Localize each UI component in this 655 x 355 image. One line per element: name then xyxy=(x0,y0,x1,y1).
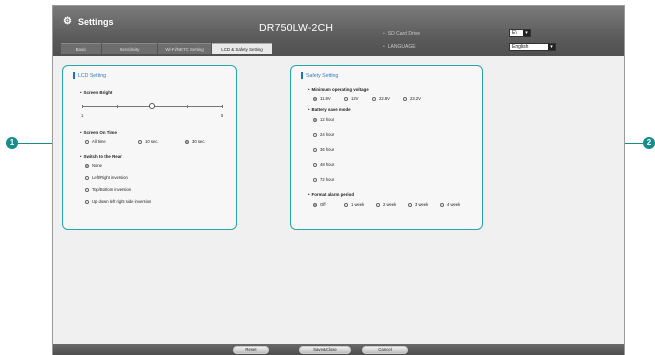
reset-button[interactable]: Reset xyxy=(233,346,269,354)
voltage-11-8v-radio[interactable]: 11.8V xyxy=(313,96,331,101)
sd-card-select[interactable]: E\ ▾ xyxy=(509,29,531,37)
screen-on-time-label: • Screen On Time xyxy=(80,130,117,135)
tab-sensitivity[interactable]: Sensitivity xyxy=(102,43,157,54)
format-1week-radio[interactable]: 1 week xyxy=(344,202,364,207)
callout-1-line xyxy=(18,142,56,144)
screen-on-30s-radio[interactable]: 30 sec. xyxy=(185,139,206,144)
window-header: ⚙ Settings DR750LW-2CH • SD Card Drive E\… xyxy=(53,6,624,61)
slider-tick xyxy=(117,105,118,108)
tab-basic[interactable]: Basic xyxy=(61,43,101,54)
battery-36h-radio[interactable]: 36 hour xyxy=(313,147,334,152)
battery-24h-radio[interactable]: 24 hour xyxy=(313,132,334,137)
rear-none-radio[interactable]: None xyxy=(85,163,102,168)
settings-title: ⚙ Settings xyxy=(63,16,114,28)
window-title: Settings xyxy=(78,17,114,27)
voltage-23-2v-radio[interactable]: 23.2V xyxy=(403,96,421,101)
tab-content: LCD Setting • Screen Bright 1 5 • Screen O… xyxy=(53,56,624,344)
gear-icon: ⚙ xyxy=(63,16,72,27)
safety-setting-panel: Safety Setting • Minimum operating voltag… xyxy=(290,65,483,230)
callout-1: 1 xyxy=(6,137,18,149)
format-off-radio[interactable]: Off xyxy=(313,202,326,207)
tab-wifi-netc[interactable]: Wi-Fi/NETC Setting xyxy=(158,43,211,54)
lcd-setting-title: LCD Setting xyxy=(73,72,106,79)
screen-bright-label: • Screen Bright xyxy=(80,90,113,95)
brightness-slider-knob[interactable] xyxy=(149,103,155,109)
screen-on-all-time-radio[interactable]: All time xyxy=(85,139,106,144)
min-voltage-label: • Minimum operating voltage xyxy=(308,87,369,92)
voltage-22-8v-radio[interactable]: 22.8V xyxy=(372,96,390,101)
rear-top-bottom-radio[interactable]: Top/Bottom inversion xyxy=(85,187,131,192)
format-2week-radio[interactable]: 2 week xyxy=(376,202,396,207)
screen-on-10s-radio[interactable]: 10 sec. xyxy=(138,139,159,144)
lcd-setting-panel: LCD Setting • Screen Bright 1 5 • Screen O… xyxy=(62,65,237,230)
battery-12h-radio[interactable]: 12 hour xyxy=(313,117,334,122)
cancel-button[interactable]: Cancel xyxy=(362,346,408,354)
switch-rear-label: • Switch to the Rear xyxy=(80,154,122,159)
callout-2: 2 xyxy=(643,137,655,149)
save-close-button[interactable]: Save&Close xyxy=(299,346,351,354)
language-select[interactable]: English ▾ xyxy=(509,43,556,51)
language-label: • LANGUAGE xyxy=(383,44,416,50)
footer-bar: Reset Save&Close Cancel xyxy=(53,344,624,355)
tab-bar: Basic Sensitivity Wi-Fi/NETC Setting LCD… xyxy=(61,43,273,54)
sd-card-label: • SD Card Drive xyxy=(383,31,420,37)
chevron-down-icon: ▾ xyxy=(523,30,530,36)
format-alarm-label: • Format alarm period xyxy=(308,192,354,197)
battery-48h-radio[interactable]: 48 hour xyxy=(313,162,334,167)
slider-tick xyxy=(222,105,223,108)
chevron-down-icon: ▾ xyxy=(548,44,555,50)
slider-tick xyxy=(82,105,83,108)
rear-left-right-radio[interactable]: Left/Right inversion xyxy=(85,175,128,180)
model-name: DR750LW-2CH xyxy=(259,22,334,34)
rear-all-inversion-radio[interactable]: Up down left right side inversion xyxy=(85,199,151,204)
safety-setting-title: Safety Setting xyxy=(301,72,338,79)
format-4week-radio[interactable]: 4 week xyxy=(440,202,460,207)
screenshot-root: 1 2 ⚙ Settings DR750LW-2CH • SD Card Driv… xyxy=(0,0,655,355)
tab-lcd-safety[interactable]: LCD & Safety Setting xyxy=(212,43,272,54)
slider-max: 5 xyxy=(221,113,224,118)
slider-min: 1 xyxy=(81,113,84,118)
format-3week-radio[interactable]: 3 week xyxy=(408,202,428,207)
battery-save-label: • Battery save mode xyxy=(308,107,351,112)
settings-window: ⚙ Settings DR750LW-2CH • SD Card Drive E\… xyxy=(52,5,625,355)
slider-tick xyxy=(187,105,188,108)
battery-72h-radio[interactable]: 72 hour xyxy=(313,177,334,182)
voltage-12v-radio[interactable]: 12V xyxy=(344,96,358,101)
